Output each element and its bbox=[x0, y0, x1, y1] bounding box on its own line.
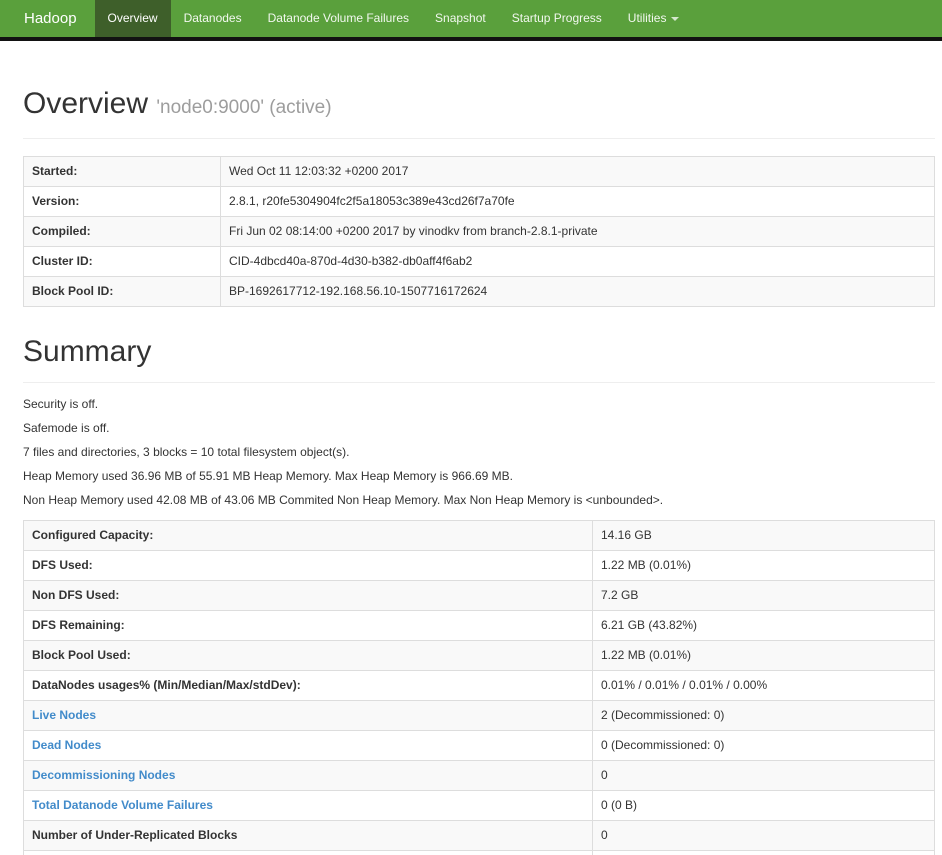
summary-heading: Summary bbox=[23, 335, 152, 368]
row-value: 14.16 GB bbox=[592, 520, 935, 551]
nav-item-utilities-dropdown[interactable]: Utilities bbox=[615, 0, 693, 37]
nav-item-snapshot[interactable]: Snapshot bbox=[422, 0, 499, 37]
row-value: 0 bbox=[592, 760, 935, 791]
non-heap-memory-text: Non Heap Memory used 42.08 MB of 43.06 M… bbox=[23, 493, 664, 507]
row-label: Number of Blocks Pending Deletion bbox=[23, 850, 593, 855]
row-value: 0 bbox=[592, 850, 935, 855]
row-label: Cluster ID: bbox=[23, 246, 221, 277]
row-label: Version: bbox=[23, 186, 221, 217]
row-value: Wed Oct 11 12:03:32 +0200 2017 bbox=[220, 156, 935, 187]
row-value: 6.21 GB (43.82%) bbox=[592, 610, 935, 641]
row-value: 2.8.1, r20fe5304904fc2f5a18053c389e43cd2… bbox=[220, 186, 935, 217]
table-row: Decommissioning Nodes 0 bbox=[23, 760, 935, 791]
row-value: Fri Jun 02 08:14:00 +0200 2017 by vinodk… bbox=[220, 216, 935, 247]
namenode-info-table: Started: Wed Oct 11 12:03:32 +0200 2017 … bbox=[23, 156, 935, 307]
row-value: 7.2 GB bbox=[592, 580, 935, 611]
table-row: Non DFS Used: 7.2 GB bbox=[23, 580, 935, 611]
row-label: DataNodes usages% (Min/Median/Max/stdDev… bbox=[23, 670, 593, 701]
row-label: Number of Under-Replicated Blocks bbox=[23, 820, 593, 851]
row-value: BP-1692617712-192.168.56.10-150771617262… bbox=[220, 276, 935, 307]
nav-item-startup-progress[interactable]: Startup Progress bbox=[499, 0, 615, 37]
row-label: Total Datanode Volume Failures bbox=[23, 790, 593, 821]
row-value: 0 (Decommissioned: 0) bbox=[592, 730, 935, 761]
summary-table: Configured Capacity: 14.16 GB DFS Used: … bbox=[23, 520, 935, 855]
total-datanode-volume-failures-link[interactable]: Total Datanode Volume Failures bbox=[32, 798, 213, 812]
row-value: 1.22 MB (0.01%) bbox=[592, 550, 935, 581]
table-row: Block Pool Used: 1.22 MB (0.01%) bbox=[23, 640, 935, 671]
dead-nodes-link[interactable]: Dead Nodes bbox=[32, 738, 101, 752]
nav-item-overview[interactable]: Overview bbox=[94, 0, 171, 37]
summary-text-block: Security is off. Safemode is off. 7 file… bbox=[23, 397, 935, 507]
table-row: Started: Wed Oct 11 12:03:32 +0200 2017 bbox=[23, 156, 935, 187]
row-label: Non DFS Used: bbox=[23, 580, 593, 611]
row-label: Decommissioning Nodes bbox=[23, 760, 593, 791]
table-row: DataNodes usages% (Min/Median/Max/stdDev… bbox=[23, 670, 935, 701]
nav-item-datanodes[interactable]: Datanodes bbox=[171, 0, 255, 37]
row-label: Compiled: bbox=[23, 216, 221, 247]
row-value: 2 (Decommissioned: 0) bbox=[592, 700, 935, 731]
row-label: Started: bbox=[23, 156, 221, 187]
table-row: Block Pool ID: BP-1692617712-192.168.56.… bbox=[23, 276, 935, 307]
divider bbox=[23, 138, 935, 139]
row-label: Block Pool Used: bbox=[23, 640, 593, 671]
row-label: DFS Used: bbox=[23, 550, 593, 581]
caret-down-icon bbox=[671, 16, 680, 21]
filesystem-objects-text: 7 files and directories, 3 blocks = 10 t… bbox=[23, 445, 350, 459]
table-row: Cluster ID: CID-4dbcd40a-870d-4d30-b382-… bbox=[23, 246, 935, 277]
security-status-text: Security is off. bbox=[23, 397, 99, 411]
safemode-status-text: Safemode is off. bbox=[23, 421, 110, 435]
row-label: DFS Remaining: bbox=[23, 610, 593, 641]
divider bbox=[23, 382, 935, 383]
row-label: Dead Nodes bbox=[23, 730, 593, 761]
row-value: 0 bbox=[592, 820, 935, 851]
page-subtitle: 'node0:9000' (active) bbox=[156, 97, 332, 118]
table-row: Version: 2.8.1, r20fe5304904fc2f5a18053c… bbox=[23, 186, 935, 217]
table-row: Dead Nodes 0 (Decommissioned: 0) bbox=[23, 730, 935, 761]
table-row: Number of Blocks Pending Deletion 0 bbox=[23, 850, 935, 855]
row-label: Block Pool ID: bbox=[23, 276, 221, 307]
live-nodes-link[interactable]: Live Nodes bbox=[32, 708, 96, 722]
row-value: 1.22 MB (0.01%) bbox=[592, 640, 935, 671]
nav-item-datanode-volume-failures[interactable]: Datanode Volume Failures bbox=[255, 0, 422, 37]
navbar: Hadoop Overview Datanodes Datanode Volum… bbox=[0, 0, 942, 41]
brand-link[interactable]: Hadoop bbox=[20, 0, 81, 37]
nav-item-utilities-label: Utilities bbox=[627, 11, 667, 25]
row-value: CID-4dbcd40a-870d-4d30-b382-db0aff4f6ab2 bbox=[220, 246, 935, 277]
row-value: 0 (0 B) bbox=[592, 790, 935, 821]
row-value: 0.01% / 0.01% / 0.01% / 0.00% bbox=[592, 670, 935, 701]
page-title-text: Overview bbox=[23, 87, 149, 120]
table-row: Compiled: Fri Jun 02 08:14:00 +0200 2017… bbox=[23, 216, 935, 247]
table-row: Number of Under-Replicated Blocks 0 bbox=[23, 820, 935, 851]
table-row: Total Datanode Volume Failures 0 (0 B) bbox=[23, 790, 935, 821]
table-row: Configured Capacity: 14.16 GB bbox=[23, 520, 935, 551]
table-row: DFS Remaining: 6.21 GB (43.82%) bbox=[23, 610, 935, 641]
decommissioning-nodes-link[interactable]: Decommissioning Nodes bbox=[32, 768, 175, 782]
heap-memory-text: Heap Memory used 36.96 MB of 55.91 MB He… bbox=[23, 469, 513, 483]
page-title: Overview 'node0:9000' (active) bbox=[23, 87, 935, 125]
row-label: Configured Capacity: bbox=[23, 520, 593, 551]
row-label: Live Nodes bbox=[23, 700, 593, 731]
page-content: Overview 'node0:9000' (active) Started: … bbox=[0, 87, 942, 855]
table-row: DFS Used: 1.22 MB (0.01%) bbox=[23, 550, 935, 581]
table-row: Live Nodes 2 (Decommissioned: 0) bbox=[23, 700, 935, 731]
